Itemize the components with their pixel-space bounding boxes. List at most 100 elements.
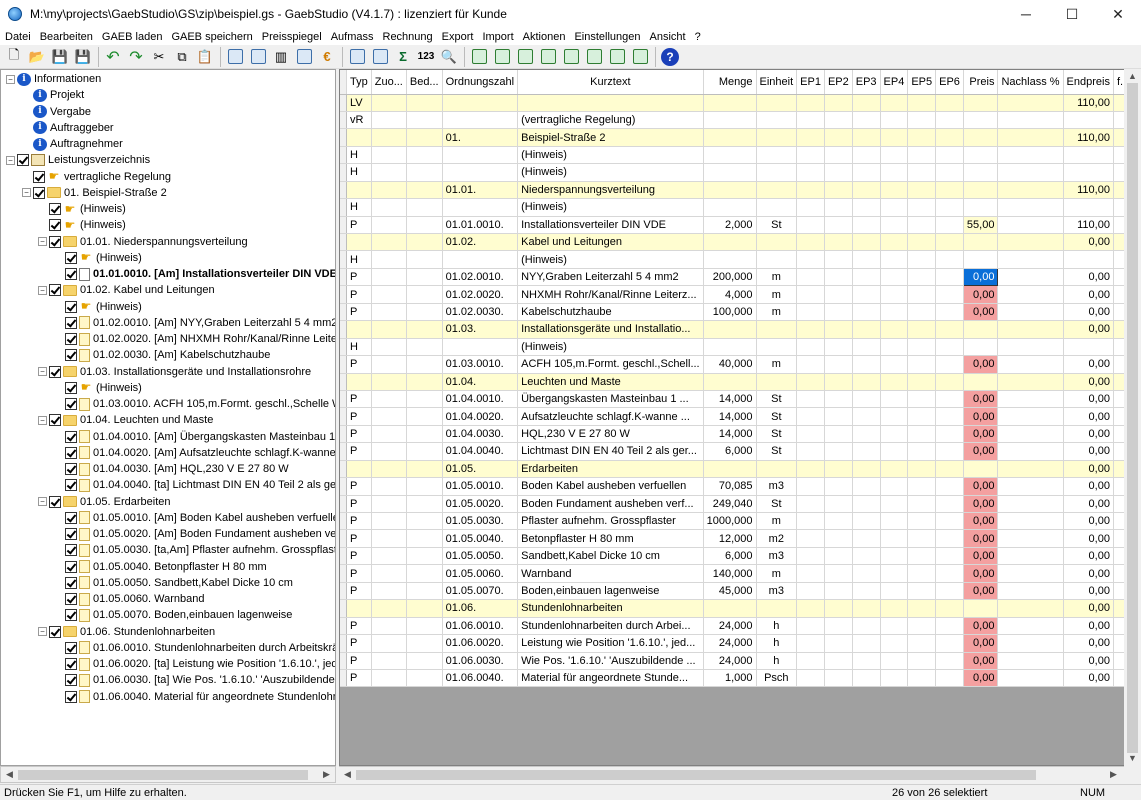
grid-cell[interactable] xyxy=(935,617,964,636)
grid-cell[interactable]: P xyxy=(346,617,372,636)
grid-cell[interactable]: 6,000 xyxy=(703,442,757,461)
grid-cell[interactable] xyxy=(880,355,909,374)
grid-cell[interactable] xyxy=(442,146,519,165)
grid-cell[interactable]: P xyxy=(346,268,372,287)
grid-cell[interactable] xyxy=(907,285,937,304)
grid-cell[interactable] xyxy=(907,250,937,269)
grid-cell[interactable] xyxy=(703,460,757,479)
table-row[interactable]: P 01.05.0020. Boden Fundament ausheben ver… xyxy=(340,495,1140,514)
tree-node[interactable]: 01.05.0070. Boden,einbauen lagenweise xyxy=(54,607,292,623)
grid-cell[interactable]: 01.05.0070. xyxy=(442,582,519,601)
grid-cell[interactable] xyxy=(796,303,825,322)
grid-cell[interactable] xyxy=(796,652,825,670)
grid-cell[interactable] xyxy=(406,617,443,636)
grid-cell[interactable]: 2,000 xyxy=(703,216,757,235)
grid-cell[interactable] xyxy=(442,338,519,357)
grid-cell[interactable] xyxy=(997,652,1064,670)
grid-cell[interactable] xyxy=(406,652,443,670)
grid-cell[interactable] xyxy=(880,669,909,688)
table-row[interactable]: LV 110,00 xyxy=(340,94,1140,112)
total-price-cell[interactable]: 0,00 xyxy=(1063,529,1114,548)
grid-cell[interactable] xyxy=(935,564,964,583)
grid-cell[interactable] xyxy=(824,94,853,112)
grid-cell[interactable] xyxy=(997,495,1064,514)
gaeb-import-icon[interactable] xyxy=(224,46,246,68)
grid-cell[interactable] xyxy=(703,373,757,391)
grid-cell[interactable]: 1,000 xyxy=(703,669,757,688)
tree-node[interactable]: − 01.03. Installationsgeräte und Installa… xyxy=(38,364,311,380)
euro-icon[interactable]: € xyxy=(316,46,338,68)
grid-cell[interactable] xyxy=(824,634,853,653)
grid-cell[interactable]: Boden Kabel ausheben verfuellen xyxy=(517,477,704,496)
column-header[interactable]: Typ xyxy=(346,70,372,95)
checkbox[interactable] xyxy=(65,316,77,329)
grid-cell[interactable]: 01.05.0060. xyxy=(442,564,519,583)
grid-cell[interactable]: (Hinweis) xyxy=(517,163,704,182)
grid-cell[interactable] xyxy=(406,111,443,130)
price-cell[interactable]: 0,00 xyxy=(963,442,999,461)
search-icon[interactable]: 🔍 xyxy=(438,46,460,68)
column-header[interactable]: EP4 xyxy=(880,70,909,95)
tree-node[interactable]: − 01.02. Kabel und Leitungen xyxy=(38,282,215,298)
tree-node[interactable]: 01.05.0010. [Am] Boden Kabel ausheben ve… xyxy=(54,510,335,526)
grid-cell[interactable]: St xyxy=(756,442,798,461)
grid-cell[interactable] xyxy=(371,442,407,461)
grid-cell[interactable] xyxy=(406,181,443,200)
grid-cell[interactable] xyxy=(935,181,964,200)
grid-cell[interactable] xyxy=(756,338,798,357)
price-cell[interactable] xyxy=(963,320,999,339)
grid-cell[interactable] xyxy=(907,111,937,130)
paste-icon[interactable]: 📋 xyxy=(194,46,216,68)
grid-cell[interactable] xyxy=(935,669,964,688)
table-row[interactable]: P 01.05.0060. Warnband 140,000 m 0,00 0,00 xyxy=(340,564,1140,583)
scroll-thumb[interactable] xyxy=(1127,83,1138,753)
tree-node[interactable]: 01.04.0010. [Am] Übergangskasten Mastein… xyxy=(54,429,335,445)
grid-cell[interactable]: P xyxy=(346,216,372,235)
grid-cell[interactable] xyxy=(796,111,825,130)
grid-cell[interactable]: Psch xyxy=(756,669,798,688)
table-row[interactable]: H (Hinweis) xyxy=(340,163,1140,182)
grid-cell[interactable] xyxy=(935,599,964,618)
grid-cell[interactable] xyxy=(880,303,909,322)
price-cell[interactable] xyxy=(963,181,999,200)
menu-item-6[interactable]: Rechnung xyxy=(383,31,433,43)
grid-cell[interactable] xyxy=(406,599,443,618)
grid-cell[interactable]: P xyxy=(346,634,372,653)
total-price-cell[interactable] xyxy=(1063,338,1114,357)
excel-import-icon[interactable] xyxy=(468,46,490,68)
grid-cell[interactable]: h xyxy=(756,617,798,636)
grid-cell[interactable] xyxy=(371,373,407,391)
table-row[interactable]: P 01.05.0030. Pflaster aufnehm. Grosspflas… xyxy=(340,512,1140,531)
grid-cell[interactable] xyxy=(406,529,443,548)
grid-cell[interactable] xyxy=(824,128,853,147)
grid-cell[interactable]: h xyxy=(756,634,798,653)
grid-cell[interactable]: Kabel und Leitungen xyxy=(517,233,704,252)
grid-cell[interactable] xyxy=(824,599,853,618)
tree-node[interactable]: 01.04.0020. [Am] Aufsatzleuchte schlagf.… xyxy=(54,445,335,461)
collapse-toggle-icon[interactable]: − xyxy=(38,497,47,506)
grid-cell[interactable] xyxy=(703,111,757,130)
grid-cell[interactable] xyxy=(796,529,825,548)
grid-cell[interactable] xyxy=(824,617,853,636)
grid-cell[interactable] xyxy=(796,407,825,426)
price-cell[interactable]: 0,00 xyxy=(963,564,999,583)
menu-item-8[interactable]: Import xyxy=(482,31,513,43)
tree-node[interactable]: − 01.05. Erdarbeiten xyxy=(38,494,171,510)
print-preview-icon[interactable] xyxy=(369,46,391,68)
price-cell[interactable]: 0,00 xyxy=(963,547,999,566)
grid-cell[interactable] xyxy=(997,599,1064,618)
grid-cell[interactable] xyxy=(406,338,443,357)
grid-cell[interactable]: Stundenlohnarbeiten xyxy=(517,599,704,618)
grid-cell[interactable] xyxy=(997,529,1064,548)
grid-cell[interactable] xyxy=(880,512,909,531)
grid-cell[interactable]: m3 xyxy=(756,477,798,496)
grid-cell[interactable]: St xyxy=(756,216,798,235)
grid-cell[interactable] xyxy=(935,425,964,444)
grid-cell[interactable] xyxy=(703,94,757,112)
grid-cell[interactable]: Erdarbeiten xyxy=(517,460,704,479)
grid-cell[interactable] xyxy=(824,303,853,322)
collapse-toggle-icon[interactable]: − xyxy=(6,155,15,165)
tree-node[interactable]: − 01.04. Leuchten und Maste xyxy=(38,412,213,428)
grid-cell[interactable] xyxy=(880,268,909,287)
grid-cell[interactable]: Lichtmast DIN EN 40 Teil 2 als ger... xyxy=(517,442,704,461)
